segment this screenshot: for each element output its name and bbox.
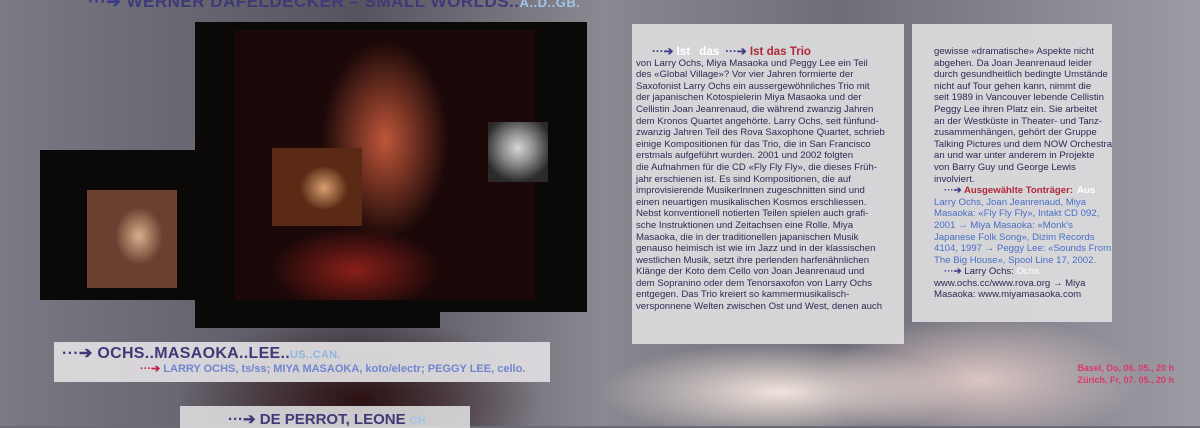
photo-larry-ochs [488,122,548,182]
sidecol-text: gewisse «dramatische» Aspekte nicht abge… [934,46,1114,301]
discography-line: Larry Ochs, Joan Jeanrenaud, Miya [934,196,1086,208]
header-suffix: CH [409,415,426,427]
date-line: Zürich, Fr, 07. 05., 20 h [1077,375,1174,385]
article-heading: ···➔ Ist das ···➔ Ist das Trio [652,46,900,58]
arrow-icon: ···➔ [88,0,122,11]
discography-line: The Big House», Spool Line 17, 2002. [934,254,1097,266]
discography-line: 4104, 1997 → Peggy Lee: «Sounds From [934,243,1112,255]
date-line: Basel, Do, 06. 05., 20 h [1077,363,1174,373]
paragraph-line: abgehen. Da Joan Jeanrenaud leider [934,57,1092,69]
arrow-icon: ···➔ [228,411,256,428]
paragraph-line: nicht auf Tour gehen kann, nimmt die [934,80,1092,92]
paragraph-line: improvisierende MusikerInnen zugeschnitt… [636,185,865,197]
paragraph-line: des «Global Village»? Vor vier Jahren fo… [636,69,854,81]
paragraph-line: dem Sopranino oder dem Tenorsaxofon von … [636,277,873,289]
arrow-icon: ···➔ [944,266,962,278]
paragraph-line: gewisse «dramatische» Aspekte nicht [934,46,1094,57]
arrow-icon: ···➔ [62,345,93,362]
main-subtitle: ···➔ LARRY OCHS, ts/ss; MIYA MASAOKA, ko… [140,362,525,375]
concert-dates: Basel, Do, 06. 05., 20 h Zürich, Fr, 07.… [1068,362,1174,386]
heading-echo: Ist [676,45,691,58]
header-next-concert: ···➔ DE PERROT, LEONE CH [228,410,426,428]
discography-line: Masaoka: «Fly Fly Fly», Intakt CD 092, [934,208,1100,220]
paragraph-line: einige Kompositionen für das Trio, die i… [636,138,871,150]
paragraph-line: an der Westküste in Theater- und Tanz- [934,115,1102,127]
photo-frame-bottom [195,298,440,328]
paragraph-line: Peggy Lee ihren Platz ein. Sie arbeitet [934,103,1098,115]
paragraph-line: versponnene Welten zwischen Ost und West… [636,301,883,313]
paragraph-line: die Aufnahmen für die CD «Fly Fly Fly», … [636,161,878,173]
discography-line: 2001 → Miya Masaoka: «Monk's [934,219,1073,231]
heading-echo: das [699,45,720,58]
discography-heading: ···➔ Ausgewählte Tonträger: Aus [944,185,1114,197]
article-heading-text: Ist das Trio [749,45,812,58]
paragraph-line: Talking Pictures und dem NOW Orchestra [934,138,1113,150]
lineup-text: LARRY OCHS, ts/ss; MIYA MASAOKA, koto/el… [163,363,526,375]
link-line[interactable]: www.ochs.cc/www.rova.org → Miya [934,278,1114,290]
paragraph-line: von Larry Ochs, Miya Masaoka und Peggy L… [636,57,868,69]
paragraph-line: genauso heimisch ist wie im Jazz und in … [636,243,876,255]
discography-heading-text: Ausgewählte Tonträger: [963,185,1074,197]
paragraph-line: Nebst konventionell notierten Teilen spi… [636,208,869,220]
paragraph-line: zwanzig Jahren Teil des Rova Saxophone Q… [636,127,885,139]
header-suffix: A..D..GB. [519,0,581,10]
discography-line: Japanese Folk Song», Dizim Records [934,231,1095,243]
header-title: DE PERROT, LEONE [259,411,406,428]
photo-peggy-lee [87,190,177,288]
paragraph-line: dem Kronos Quartet angehörte. Larry Ochs… [636,115,879,127]
main-title-text: OCHS..MASAOKA..LEE.. [97,345,291,362]
paragraph-line: sche Instruktionen und Zeitachsen eine R… [636,219,854,231]
links-heading: ···➔ Larry Ochs: Ochs [944,266,1114,278]
paragraph-line: jahr erschienen ist. Es sind Komposition… [636,173,851,185]
main-title: ···➔ OCHS..MASAOKA..LEE..US..CAN. [62,343,341,363]
paragraph-line: seit 1989 in Vancouver lebende Cellistin [934,92,1104,104]
paragraph-line: Saxofonist Larry Ochs ein aussergewöhnli… [636,80,870,92]
header-title: WERNER DAFELDECKER – SMALL WORLDS.. [126,0,520,11]
paragraph-line: westlichen Musik, setzt ihre perlenden h… [636,254,870,266]
arrow-icon: ···➔ [725,45,747,58]
paragraph-line: von Barry Guy und George Lewis involvier… [934,161,1076,185]
paragraph-line: der japanischen Kotospielerin Miya Masao… [636,92,862,104]
paragraph-line: durch gesundheitlich bedingte Umstände [934,69,1108,81]
paragraph-line: entgegen. Das Trio kreiert so kammermusi… [636,289,850,301]
paragraph-line: Cellistin Joan Jeanrenaud, die während z… [636,103,874,115]
paragraph-line: Masaoka, die in der traditionellen japan… [636,231,859,243]
paragraph-line: einen neuartigen musikalischen Kosmos er… [636,196,867,208]
links-heading-text: Larry Ochs: [964,266,1014,278]
main-title-suffix: US..CAN. [290,349,341,361]
arrow-icon: ···➔ [140,363,161,375]
arrow-icon: ···➔ [944,185,962,197]
heading-echo: Ochs [1016,266,1039,278]
article-text: ···➔ Ist das ···➔ Ist das Trio von Larry … [636,46,900,313]
header-previous-concert: ···➔ WERNER DAFELDECKER – SMALL WORLDS..… [88,0,580,12]
link-line[interactable]: Masaoka: www.miyamasaoka.com [934,289,1114,301]
heading-echo: Aus [1077,185,1096,197]
arrow-icon: ···➔ [652,45,674,58]
paragraph-line: erstmals aufgeführt wurden. 2001 und 200… [636,150,854,162]
photo-miya-masaoka [272,148,362,226]
paragraph-line: zusammenhängen, gehört der Gruppe [934,127,1097,139]
paragraph-line: an und war unter anderem in Projekte [934,150,1095,162]
paragraph-line: Klänge der Koto dem Cello von Joan Jeanr… [636,266,865,278]
